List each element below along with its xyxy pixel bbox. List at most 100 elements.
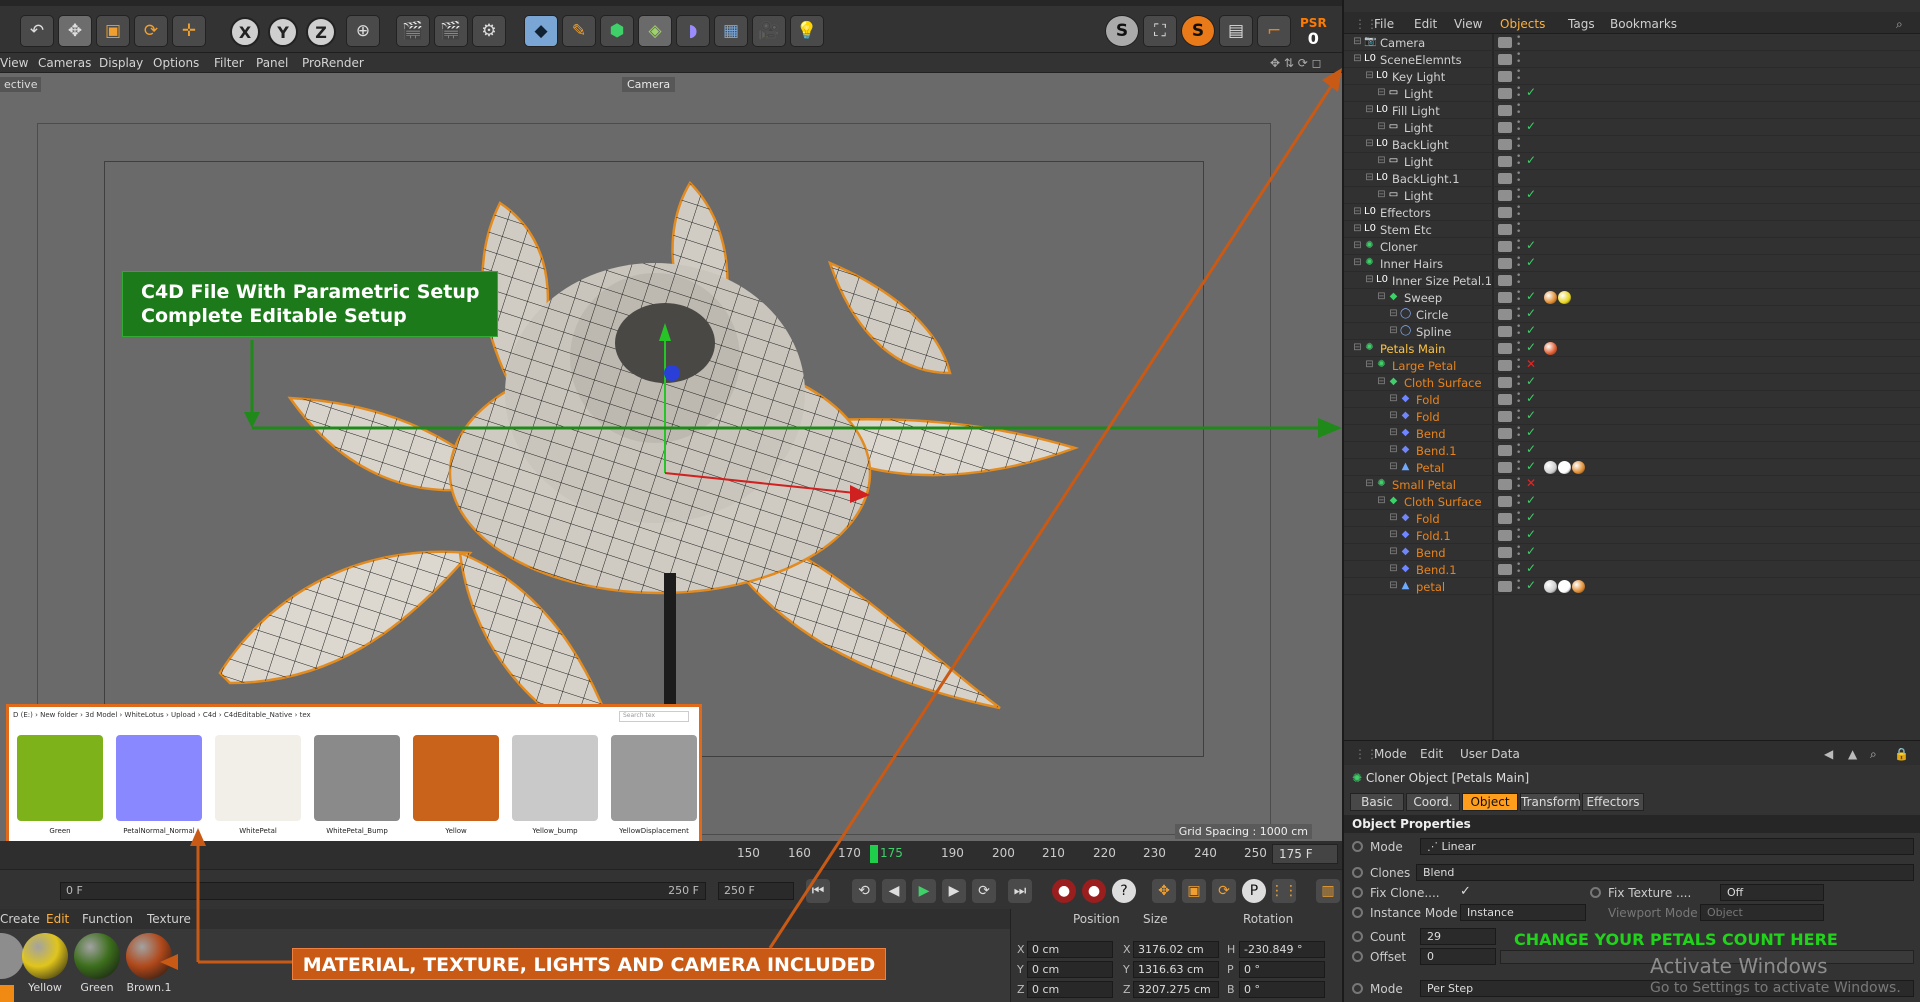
enabled-check-icon[interactable]: ✓ <box>1526 578 1536 592</box>
om-menu-objects[interactable]: Objects <box>1500 17 1545 31</box>
size-field[interactable]: 3176.02 cm <box>1133 941 1219 958</box>
expand-toggle-icon[interactable]: ⊟ <box>1388 325 1399 336</box>
object-tag-icon[interactable] <box>1544 461 1557 474</box>
object-row[interactable]: ◯ ⊟ Circle • • ✓ <box>1344 306 1920 323</box>
expand-toggle-icon[interactable]: ⊟ <box>1376 121 1387 132</box>
object-row[interactable]: ◯ ⊟ Spline • • ✓ <box>1344 323 1920 340</box>
next-frame-icon[interactable]: ▶ <box>942 879 966 903</box>
tab-basic[interactable]: Basic <box>1350 793 1404 811</box>
object-row[interactable]: ◆ ⊟ Sweep • • ✓ <box>1344 289 1920 306</box>
visibility-dots-icon[interactable]: • • <box>1516 85 1521 101</box>
am-menu-mode[interactable]: Mode <box>1374 747 1407 761</box>
layer-flag-icon[interactable] <box>1498 292 1512 303</box>
rotation-field[interactable]: 0 ° <box>1239 961 1325 978</box>
layer-flag-icon[interactable] <box>1498 343 1512 354</box>
layer-flag-icon[interactable] <box>1498 139 1512 150</box>
viewport-menu-options[interactable]: Options <box>153 56 199 70</box>
am-lock-icon[interactable]: 🔒 <box>1894 747 1909 761</box>
texture-thumbnail[interactable] <box>314 735 400 821</box>
enabled-check-icon[interactable]: ✓ <box>1526 340 1536 354</box>
camera-object-icon[interactable]: 🎥 <box>752 15 786 47</box>
expand-toggle-icon[interactable]: ⊟ <box>1352 342 1363 353</box>
clones-anim-dot[interactable] <box>1352 867 1363 878</box>
previous-key-icon[interactable]: ⟲ <box>852 879 876 903</box>
max-frame-field[interactable]: 250 F <box>718 882 794 900</box>
visibility-dots-icon[interactable]: • • <box>1516 136 1521 152</box>
object-tag-icon[interactable] <box>1558 580 1571 593</box>
layer-flag-icon[interactable] <box>1498 122 1512 133</box>
enabled-check-icon[interactable]: ✓ <box>1526 374 1536 388</box>
material-menu-function[interactable]: Function <box>82 912 133 926</box>
expand-toggle-icon[interactable]: ⊟ <box>1388 308 1399 319</box>
enabled-check-icon[interactable]: ✓ <box>1526 85 1536 99</box>
layer-flag-icon[interactable] <box>1498 37 1512 48</box>
enabled-check-icon[interactable]: ✓ <box>1526 187 1536 201</box>
go-to-end-icon[interactable]: ⏭ <box>1008 879 1032 903</box>
texture-thumbnail[interactable] <box>215 735 301 821</box>
disabled-cross-icon[interactable]: ✕ <box>1526 357 1536 371</box>
enabled-check-icon[interactable]: ✓ <box>1526 459 1536 473</box>
visibility-dots-icon[interactable]: • • <box>1516 340 1521 356</box>
om-menu-tags[interactable]: Tags <box>1568 17 1595 31</box>
subdivision-icon[interactable]: ⬢ <box>600 15 634 47</box>
texture-thumbnail[interactable] <box>413 735 499 821</box>
playhead[interactable] <box>870 845 878 863</box>
visibility-dots-icon[interactable]: • • <box>1516 527 1521 543</box>
position-field[interactable]: 0 cm <box>1027 941 1113 958</box>
layer-flag-icon[interactable] <box>1498 190 1512 201</box>
visibility-dots-icon[interactable]: • • <box>1516 425 1521 441</box>
offset-anim-dot[interactable] <box>1352 951 1363 962</box>
enabled-check-icon[interactable]: ✓ <box>1526 527 1536 541</box>
expand-toggle-icon[interactable]: ⊟ <box>1364 359 1375 370</box>
visibility-dots-icon[interactable]: • • <box>1516 459 1521 475</box>
snap-settings-icon[interactable]: ⛶ <box>1143 15 1177 47</box>
object-row[interactable]: ◆ ⊟ Bend • • ✓ <box>1344 425 1920 442</box>
layer-flag-icon[interactable] <box>1498 513 1512 524</box>
om-menu-file[interactable]: File <box>1374 17 1394 31</box>
object-row[interactable]: L0 ⊟ Inner Size Petal.1 • • <box>1344 272 1920 289</box>
record-position-icon[interactable]: ✥ <box>1152 879 1176 903</box>
enabled-check-icon[interactable]: ✓ <box>1526 238 1536 252</box>
layer-flag-icon[interactable] <box>1498 581 1512 592</box>
layer-flag-icon[interactable] <box>1498 564 1512 575</box>
object-tag-icon[interactable] <box>1544 342 1557 355</box>
folder-path[interactable]: D (E:) › New folder › 3d Model › WhiteLo… <box>13 711 311 719</box>
am-search-icon[interactable]: ⌕ <box>1870 747 1877 762</box>
object-row[interactable]: ▭ ⊟ Light • • ✓ <box>1344 119 1920 136</box>
move-tool-icon[interactable]: ✥ <box>58 15 92 47</box>
om-menu-bookmarks[interactable]: Bookmarks <box>1610 17 1677 31</box>
expand-toggle-icon[interactable]: ⊟ <box>1388 427 1399 438</box>
expand-toggle-icon[interactable]: ⊟ <box>1388 529 1399 540</box>
count-anim-dot[interactable] <box>1352 931 1363 942</box>
enabled-check-icon[interactable]: ✓ <box>1526 544 1536 558</box>
expand-toggle-icon[interactable]: ⊟ <box>1352 53 1363 64</box>
viewport-nav-icons[interactable]: ✥ ⇅ ⟳ ◻ <box>1270 56 1322 70</box>
viewport-menu-filter[interactable]: Filter <box>214 56 244 70</box>
expand-toggle-icon[interactable]: ⊟ <box>1364 172 1375 183</box>
material-menu-create[interactable]: Create <box>0 912 40 926</box>
count-field[interactable]: 29 <box>1420 928 1496 945</box>
expand-toggle-icon[interactable]: ⊟ <box>1388 563 1399 574</box>
expand-toggle-icon[interactable]: ⊟ <box>1352 257 1363 268</box>
object-row[interactable]: ✺ ⊟ Cloner • • ✓ <box>1344 238 1920 255</box>
layer-flag-icon[interactable] <box>1498 394 1512 405</box>
render-settings-icon[interactable]: ⚙ <box>472 15 506 47</box>
am-back-icon[interactable]: ◀ <box>1824 747 1833 761</box>
expand-toggle-icon[interactable]: ⊟ <box>1388 444 1399 455</box>
material-menu-texture[interactable]: Texture <box>147 912 191 926</box>
layer-flag-icon[interactable] <box>1498 156 1512 167</box>
mode2-anim-dot[interactable] <box>1352 983 1363 994</box>
object-row[interactable]: L0 ⊟ Key Light • • <box>1344 68 1920 85</box>
layer-flag-icon[interactable] <box>1498 377 1512 388</box>
layer-flag-icon[interactable] <box>1498 258 1512 269</box>
visibility-dots-icon[interactable]: • • <box>1516 153 1521 169</box>
world-coord-icon[interactable]: ⊕ <box>346 15 380 47</box>
visibility-dots-icon[interactable]: • • <box>1516 34 1521 50</box>
expand-toggle-icon[interactable]: ⊟ <box>1376 155 1387 166</box>
visibility-dots-icon[interactable]: • • <box>1516 510 1521 526</box>
visibility-dots-icon[interactable]: • • <box>1516 493 1521 509</box>
array-generator-icon[interactable]: ◈ <box>638 15 672 47</box>
mode-anim-dot[interactable] <box>1352 841 1363 852</box>
object-tag-icon[interactable] <box>1558 461 1571 474</box>
object-row[interactable]: ◆ ⊟ Fold • • ✓ <box>1344 408 1920 425</box>
